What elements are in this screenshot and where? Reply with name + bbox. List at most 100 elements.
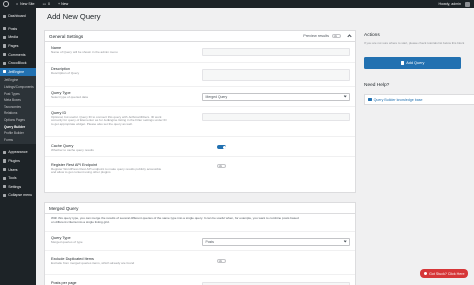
- avatar: [465, 1, 470, 7]
- home-icon: ⌂: [16, 2, 19, 6]
- menu-media[interactable]: Media: [0, 33, 36, 42]
- posts-per-page-label: Posts per page: [51, 281, 77, 285]
- chevron-up-icon[interactable]: [347, 33, 352, 39]
- collapse-icon: [2, 193, 6, 197]
- got-stuck-label: Got Stuck? Click Here: [429, 271, 465, 276]
- media-icon: [2, 35, 6, 40]
- merged-query-type-row: Query Type Merged queries of type Posts: [45, 232, 355, 251]
- query-type-row: Query Type Select type of queried data M…: [45, 87, 355, 107]
- site-name-label: New Site: [20, 2, 35, 6]
- new-content-link[interactable]: + New: [54, 0, 72, 8]
- comment-icon: [2, 53, 6, 57]
- jetengine-submenu: JetEngine Listings/Components Post Types…: [0, 76, 36, 145]
- query-id-desc: Optional, but useful. Query ID to connec…: [51, 114, 167, 127]
- knowledge-base-label: Query Builder knowledge base: [373, 97, 423, 102]
- menu-posts[interactable]: Posts: [0, 25, 36, 34]
- exclude-duplicates-desc: Exclude from merged queries items, which…: [51, 261, 135, 265]
- actions-text: If you are not sure where to start, plea…: [364, 41, 465, 45]
- query-type-select[interactable]: Merged Query: [202, 93, 350, 101]
- submenu-relations[interactable]: Relations: [0, 110, 36, 117]
- collapse-menu[interactable]: Collapse menu: [0, 191, 36, 200]
- add-query-label: Add Query: [406, 61, 425, 65]
- admin-sidebar: Dashboard Posts Media Pages Comments Cro…: [0, 8, 36, 285]
- comments-count: 0: [47, 2, 50, 6]
- merged-query-header: Merged Query: [45, 203, 355, 214]
- crocoblock-icon: [2, 61, 6, 65]
- pin-icon: [2, 27, 6, 31]
- merged-query-title: Merged Query: [49, 205, 79, 211]
- submenu-profile-builder[interactable]: Profile Builder: [0, 130, 36, 137]
- submenu-forms[interactable]: Forms: [0, 137, 36, 144]
- comments-link[interactable]: ▭ 0: [39, 0, 54, 8]
- query-id-input[interactable]: [202, 113, 350, 121]
- name-input[interactable]: [202, 48, 350, 56]
- submenu-listings[interactable]: Listings/Components: [0, 84, 36, 91]
- general-settings-header: General Settings Preview results: [45, 31, 355, 42]
- wordpress-logo-icon[interactable]: [3, 1, 9, 7]
- menu-pages[interactable]: Pages: [0, 42, 36, 51]
- chevron-down-icon: [343, 239, 347, 243]
- query-type-value: Merged Query: [205, 94, 228, 99]
- query-id-row: Query ID Optional, but useful. Query ID …: [45, 107, 355, 137]
- help-icon: [423, 271, 428, 276]
- brush-icon: [2, 150, 6, 154]
- plus-icon: [400, 61, 405, 65]
- menu-jetengine[interactable]: JetEngine: [0, 67, 36, 77]
- submenu-query-builder[interactable]: Query Builder: [0, 123, 36, 130]
- chevron-down-icon: [343, 94, 347, 98]
- menu-dashboard[interactable]: Dashboard: [0, 12, 36, 21]
- menu-crocoblock[interactable]: CrocoBlock: [0, 59, 36, 68]
- cache-query-desc: Whether to cache query results: [51, 148, 94, 152]
- submenu-options-pages[interactable]: Options Pages: [0, 117, 36, 124]
- name-row: Name Name of Query will be shown in the …: [45, 42, 355, 63]
- preview-results-label: Preview results: [303, 34, 329, 38]
- got-stuck-button[interactable]: Got Stuck? Click Here: [420, 269, 468, 278]
- rest-endpoint-row: Register Rest API Endpoint Register Word…: [45, 157, 355, 193]
- knowledge-base-link[interactable]: Query Builder knowledge base: [364, 94, 474, 105]
- howdy-label: Howdy, admin: [438, 2, 461, 6]
- settings-icon: [2, 185, 6, 189]
- menu-appearance[interactable]: Appearance: [0, 148, 36, 157]
- query-type-desc: Select type of queried data: [51, 95, 88, 99]
- wrench-icon: [2, 176, 6, 180]
- merged-query-type-value: Posts: [205, 239, 214, 244]
- rest-endpoint-toggle[interactable]: [217, 163, 226, 168]
- admin-bar: ⌂ New Site ▭ 0 + New Howdy, admin: [0, 0, 474, 8]
- merged-query-card: Merged Query With this query type, you c…: [44, 202, 356, 285]
- merged-query-type-select[interactable]: Posts: [202, 238, 350, 246]
- site-name-link[interactable]: ⌂ New Site: [12, 0, 39, 8]
- posts-per-page-row: Posts per page: [45, 275, 355, 285]
- description-row: Description Description of Query: [45, 63, 355, 87]
- need-help-heading: Need Help?: [364, 83, 390, 88]
- new-label: + New: [57, 2, 69, 6]
- merged-intro-row: With this query type, you can merge the …: [45, 214, 355, 232]
- submenu-meta-boxes[interactable]: Meta Boxes: [0, 97, 36, 104]
- name-desc: Name of Query will be shown in the admin…: [51, 50, 118, 54]
- page-icon: [2, 44, 6, 48]
- actions-heading: Actions: [364, 33, 380, 38]
- menu-tools[interactable]: Tools: [0, 174, 36, 183]
- description-textarea[interactable]: [202, 69, 350, 81]
- plugin-icon: [2, 159, 6, 163]
- dashboard-icon: [2, 14, 6, 18]
- submenu-taxonomies[interactable]: Taxonomies: [0, 104, 36, 111]
- account-menu[interactable]: Howdy, admin: [434, 0, 474, 8]
- rest-endpoint-desc: Register WordPress Rest API endpoint to …: [51, 166, 162, 175]
- preview-results-toggle[interactable]: [332, 33, 341, 39]
- main-content: Add New Query General Settings Preview r…: [36, 8, 474, 285]
- submenu-jetengine[interactable]: JetEngine: [0, 77, 36, 84]
- menu-comments[interactable]: Comments: [0, 50, 36, 59]
- description-desc: Description of Query: [51, 71, 80, 75]
- submenu-post-types[interactable]: Post Types: [0, 90, 36, 97]
- menu-settings[interactable]: Settings: [0, 182, 36, 191]
- add-query-button[interactable]: Add Query: [364, 57, 461, 69]
- comment-icon: ▭: [42, 2, 46, 6]
- exclude-duplicates-row: Exclude Duplicated Items Exclude from me…: [45, 251, 355, 275]
- exclude-duplicates-toggle[interactable]: [217, 258, 226, 263]
- menu-plugins[interactable]: Plugins: [0, 157, 36, 166]
- menu-users[interactable]: Users: [0, 165, 36, 174]
- preview-results-control[interactable]: Preview results: [303, 33, 352, 39]
- users-icon: [2, 167, 6, 172]
- cache-query-row: Cache Query Whether to cache query resul…: [45, 137, 355, 157]
- cache-query-toggle[interactable]: [217, 144, 226, 149]
